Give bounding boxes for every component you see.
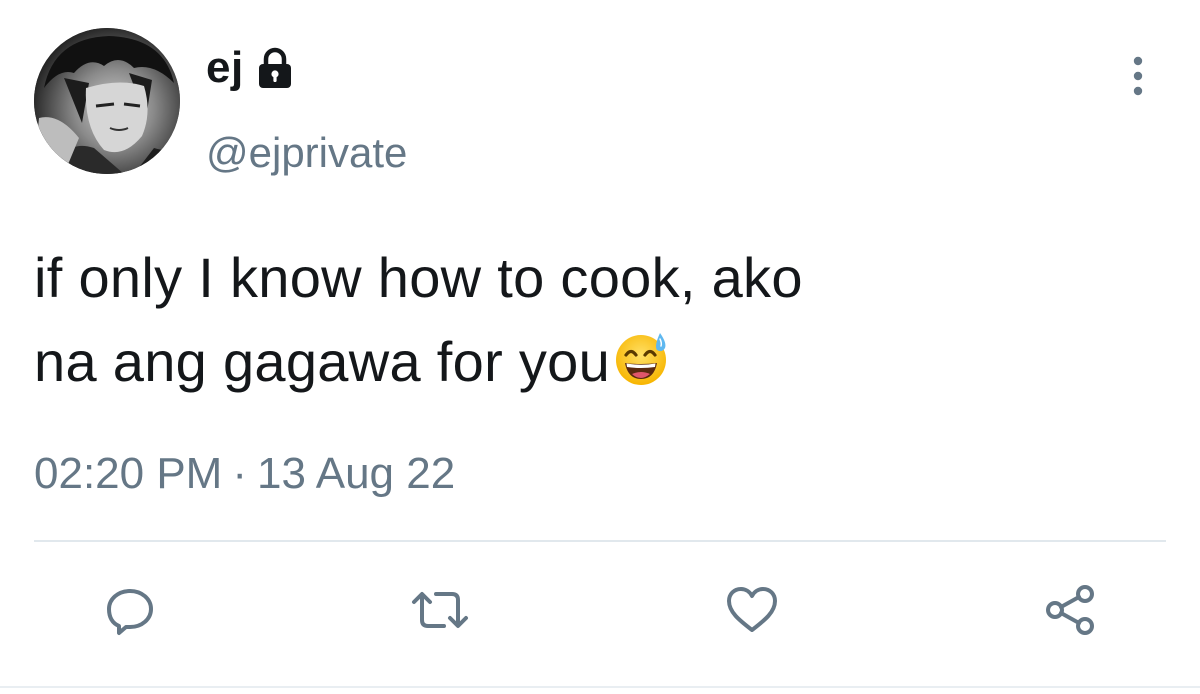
heart-icon	[727, 587, 777, 632]
lock-icon	[252, 45, 298, 91]
share-button[interactable]	[1030, 570, 1110, 650]
timestamp-separator: ·	[232, 449, 247, 498]
tweet-text-line-2-text: na ang gagawa for you	[34, 330, 611, 393]
more-vertical-icon	[1133, 56, 1143, 96]
tweet-actions-bar	[0, 570, 1200, 650]
share-icon	[1046, 585, 1094, 635]
avatar-image	[34, 28, 180, 174]
user-handle[interactable]: @ejprivate	[206, 132, 407, 174]
name-row: ej	[206, 38, 298, 98]
tweet-text-line-2: na ang gagawa for you	[34, 320, 1154, 404]
tweet-time: 02:20 PM	[34, 449, 223, 498]
tweet-timestamp[interactable]: 02:20 PM · 13 Aug 22	[34, 452, 455, 496]
more-options-button[interactable]	[1118, 46, 1158, 106]
tweet-date: 13 Aug 22	[257, 449, 456, 498]
retweet-icon	[412, 592, 468, 628]
reply-icon	[107, 589, 153, 635]
tweet-card: ej @ejprivate if only I know how to cook…	[0, 0, 1200, 694]
tweet-text-line-1: if only I know how to cook, ako	[34, 246, 803, 309]
divider	[34, 540, 1166, 542]
avatar[interactable]	[34, 28, 180, 174]
tweet-text: if only I know how to cook, ako na ang g…	[34, 236, 1154, 404]
display-name[interactable]: ej	[206, 46, 244, 90]
retweet-button[interactable]	[400, 570, 480, 650]
like-button[interactable]	[712, 570, 792, 650]
reply-button[interactable]	[90, 570, 170, 650]
grinning-face-with-sweat-emoji-icon	[612, 326, 670, 385]
bottom-divider	[0, 686, 1200, 688]
